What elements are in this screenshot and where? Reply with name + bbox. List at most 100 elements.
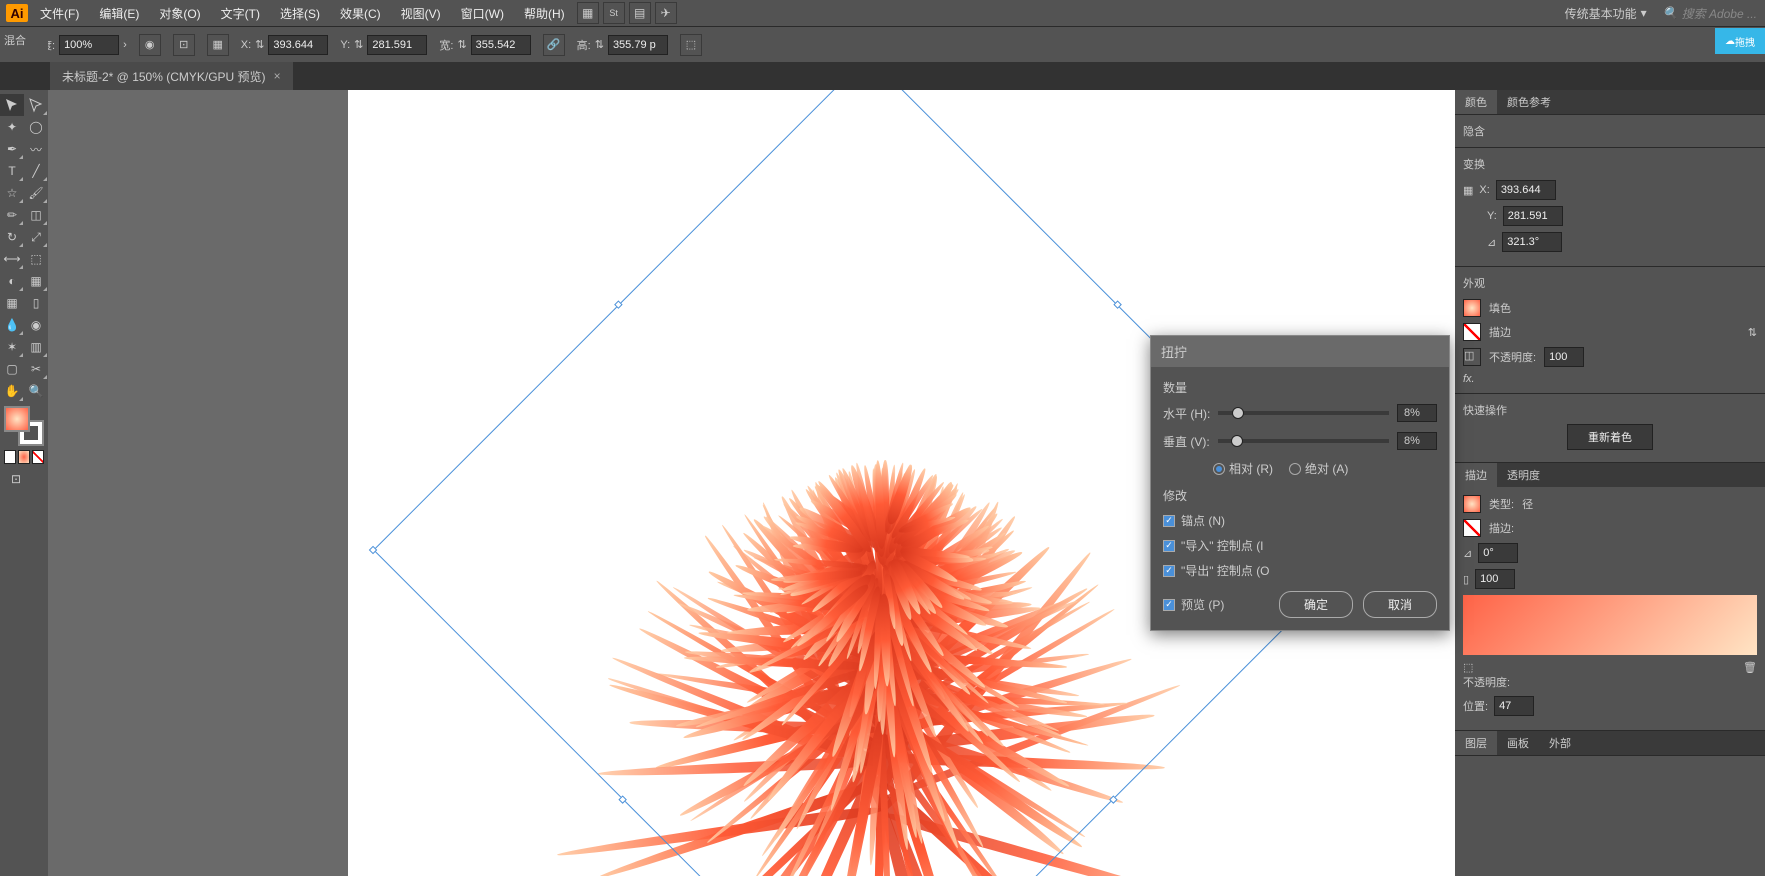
appearance-opacity[interactable]	[1544, 347, 1584, 367]
workspace-switcher[interactable]: 传统基本功能 ▾	[1559, 3, 1653, 24]
absolute-radio[interactable]: 绝对 (A)	[1289, 460, 1348, 477]
artboard-tool[interactable]: ▢	[0, 358, 24, 380]
search-field[interactable]: 🔍 搜索 Adobe ...	[1663, 5, 1757, 22]
opacity-chevron[interactable]: ›	[123, 39, 127, 51]
fill-stroke-swatch[interactable]	[4, 406, 44, 446]
symbol-sprayer-tool[interactable]: ✶	[0, 336, 24, 358]
menu-help[interactable]: 帮助(H)	[516, 1, 573, 26]
stroke-stepper[interactable]: ⇅	[1748, 326, 1757, 339]
graph-tool[interactable]: ▥	[24, 336, 48, 358]
type-tool[interactable]: T	[0, 160, 24, 182]
menu-window[interactable]: 窗口(W)	[453, 1, 512, 26]
cloud-sync-button[interactable]: ☁ 拖拽	[1715, 28, 1765, 54]
fill-swatch[interactable]	[4, 406, 30, 432]
link-icon-2[interactable]: ⇅	[354, 38, 363, 51]
grad-stroke[interactable]	[1463, 519, 1481, 537]
shape-builder-tool[interactable]: ◐	[0, 270, 24, 292]
tab-color[interactable]: 颜色	[1455, 90, 1497, 114]
ok-button[interactable]: 确定	[1279, 591, 1353, 618]
recolor-button[interactable]: 重新着色	[1567, 424, 1653, 450]
eraser-tool[interactable]: ◫	[24, 204, 48, 226]
menu-effect[interactable]: 效果(C)	[332, 1, 389, 26]
grad-ratio[interactable]	[1475, 569, 1515, 589]
grad-trash-icon[interactable]: ⬚	[1463, 661, 1473, 674]
color-mode[interactable]	[4, 450, 16, 464]
tab-external[interactable]: 外部	[1539, 731, 1581, 755]
style-icon[interactable]: ◉	[139, 34, 161, 56]
document-tab[interactable]: 未标题-2* @ 150% (CMYK/GPU 预览) ×	[50, 62, 293, 90]
rotate-tool[interactable]: ↻	[0, 226, 24, 248]
opacity-box[interactable]: ◫	[1463, 348, 1481, 366]
vertical-value[interactable]: 8%	[1397, 432, 1437, 450]
menu-icon-1[interactable]: ▦	[577, 2, 599, 24]
link-icon[interactable]: ⇅	[255, 38, 264, 51]
paintbrush-tool[interactable]: 🖌	[24, 182, 48, 204]
free-transform-tool[interactable]: ⬚	[24, 248, 48, 270]
screen-mode[interactable]: ⊡	[4, 468, 28, 490]
perspective-tool[interactable]: ▦	[24, 270, 48, 292]
dialog-title[interactable]: 扭拧	[1151, 336, 1449, 367]
menu-object[interactable]: 对象(O)	[151, 1, 208, 26]
transform-icon[interactable]: ▦	[207, 34, 229, 56]
w-input[interactable]	[471, 35, 531, 55]
selection-tool[interactable]	[0, 94, 24, 116]
eyedropper-tool[interactable]: 💧	[0, 314, 24, 336]
tab-artboards[interactable]: 画板	[1497, 731, 1539, 755]
menu-icon-3[interactable]: ▤	[629, 2, 651, 24]
gradient-preview[interactable]	[1463, 595, 1757, 655]
pen-tool[interactable]: ✒	[0, 138, 24, 160]
in-control-checkbox[interactable]: ✓"导入" 控制点 (I	[1163, 537, 1437, 554]
magic-wand-tool[interactable]: ✦	[0, 116, 24, 138]
lasso-tool[interactable]: ◯	[24, 116, 48, 138]
menu-icon-4[interactable]: ✈	[655, 2, 677, 24]
preview-checkbox[interactable]: ✓预览 (P)	[1163, 596, 1224, 613]
menu-file[interactable]: 文件(F)	[32, 1, 87, 26]
blend-tool[interactable]: ◉	[24, 314, 48, 336]
mesh-tool[interactable]: ▦	[0, 292, 24, 314]
width-tool[interactable]: ⟷	[0, 248, 24, 270]
ref-point-icon[interactable]: ▦	[1463, 184, 1473, 197]
shaper-tool[interactable]: ✏	[0, 204, 24, 226]
grad-delete-icon[interactable]: 🗑	[1743, 661, 1757, 674]
relative-radio[interactable]: 相对 (R)	[1213, 460, 1273, 477]
y-input[interactable]	[367, 35, 427, 55]
h-input[interactable]	[608, 35, 668, 55]
tab-color-guide[interactable]: 颜色参考	[1497, 90, 1561, 114]
grad-position[interactable]	[1494, 696, 1534, 716]
none-mode[interactable]	[32, 450, 44, 464]
hand-tool[interactable]: ✋	[0, 380, 24, 402]
shape-tool[interactable]: ☆	[0, 182, 24, 204]
link-icon-4[interactable]: ⇅	[595, 38, 604, 51]
tab-layers[interactable]: 图层	[1455, 731, 1497, 755]
menu-icon-2[interactable]: St	[603, 2, 625, 24]
tab-stroke[interactable]: 描边	[1455, 463, 1497, 487]
transform-x[interactable]	[1496, 180, 1556, 200]
out-control-checkbox[interactable]: ✓"导出" 控制点 (O	[1163, 562, 1437, 579]
x-input[interactable]	[268, 35, 328, 55]
align-icon[interactable]: ⊡	[173, 34, 195, 56]
grad-angle[interactable]	[1478, 543, 1518, 563]
menu-edit[interactable]: 编辑(E)	[91, 1, 147, 26]
shape-mode-icon[interactable]: ⬚	[680, 34, 702, 56]
gradient-tool[interactable]: ▯	[24, 292, 48, 314]
line-tool[interactable]: ╱	[24, 160, 48, 182]
gradient-mode[interactable]	[18, 450, 30, 464]
curvature-tool[interactable]: 〰	[24, 138, 48, 160]
close-icon[interactable]: ×	[274, 69, 281, 83]
anchors-checkbox[interactable]: ✓锚点 (N)	[1163, 512, 1437, 529]
grad-fill[interactable]	[1463, 495, 1481, 513]
menu-view[interactable]: 视图(V)	[393, 1, 449, 26]
tab-transparency[interactable]: 透明度	[1497, 463, 1550, 487]
fx-button[interactable]: fx.	[1463, 373, 1757, 385]
horizontal-slider[interactable]	[1218, 411, 1389, 415]
vertical-slider[interactable]	[1218, 439, 1389, 443]
scale-tool[interactable]: ⤢	[24, 226, 48, 248]
transform-angle[interactable]	[1502, 232, 1562, 252]
link-icon-3[interactable]: ⇅	[457, 38, 466, 51]
zoom-tool[interactable]: 🔍	[24, 380, 48, 402]
fill-color[interactable]	[1463, 299, 1481, 317]
cancel-button[interactable]: 取消	[1363, 591, 1437, 618]
constrain-icon[interactable]: 🔗	[543, 34, 565, 56]
menu-select[interactable]: 选择(S)	[272, 1, 328, 26]
opacity-input[interactable]	[59, 35, 119, 55]
